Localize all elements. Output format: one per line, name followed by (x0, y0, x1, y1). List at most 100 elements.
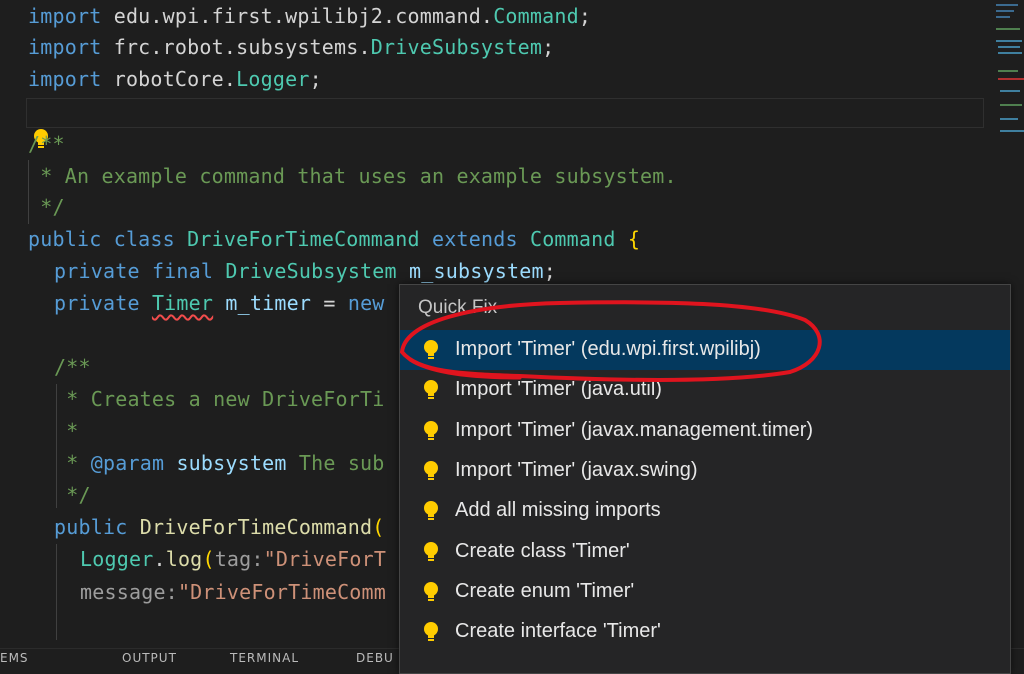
code-line-doc-close[interactable]: */ (28, 191, 65, 223)
code-line-doc2-open[interactable]: /** (54, 351, 91, 383)
quick-fix-item[interactable]: Import 'Timer' (edu.wpi.first.wpilibj) (400, 330, 1010, 370)
comment: * (28, 164, 65, 188)
operator: = (311, 291, 348, 315)
keyword: class (113, 227, 175, 251)
quick-fix-item-label: Add all missing imports (455, 499, 661, 522)
code-line-doc-open[interactable]: /** (28, 128, 65, 160)
class-name: DriveForTimeCommand (187, 227, 420, 251)
indent-guide (56, 544, 57, 640)
code-line-doc2-text[interactable]: * Creates a new DriveForTi (54, 383, 385, 415)
keyword: import (28, 35, 102, 59)
field-name: m_subsystem (409, 259, 544, 283)
comment: An example command that uses an example … (64, 164, 677, 188)
quick-fix-item[interactable]: Import 'Timer' (java.util) (400, 370, 1010, 410)
class-name: DriveSubsystem (370, 35, 543, 59)
quick-fix-item[interactable]: Import 'Timer' (javax.swing) (400, 451, 1010, 491)
tab-problems[interactable]: EMS (0, 651, 29, 665)
brace: { (627, 227, 641, 251)
lightbulb-icon (424, 541, 438, 561)
quick-fix-item[interactable]: Create interface 'Timer' (400, 612, 1010, 652)
code-line-logger-message[interactable]: message:"DriveForTimeComm (80, 576, 386, 608)
package-path: edu.wpi.first.wpilibj2.command. (113, 4, 494, 28)
quick-fix-item-label: Import 'Timer' (javax.swing) (455, 458, 698, 481)
package-path: robotCore. (113, 67, 237, 91)
quick-fix-item[interactable]: Import 'Timer' (javax.management.timer) (400, 411, 1010, 451)
param-name: subsystem (176, 451, 287, 475)
class-name: Command (493, 4, 579, 28)
code-line-logger-call[interactable]: Logger.log(tag:"DriveForT (80, 543, 386, 575)
string-literal: "DriveForT (263, 547, 387, 571)
lightbulb-icon (424, 380, 438, 400)
comment: * (54, 451, 91, 475)
lightbulb-icon (424, 581, 438, 601)
comment: /** (54, 355, 91, 379)
code-line-constructor[interactable]: public DriveForTimeCommand( (54, 511, 385, 543)
class-name: Command (529, 227, 616, 251)
quick-fix-item-label: Import 'Timer' (java.util) (455, 378, 662, 401)
keyword: public (28, 227, 102, 251)
class-name: Logger (80, 547, 154, 571)
class-name: Logger (236, 67, 310, 91)
code-line-doc2-param[interactable]: * @param subsystem The sub (54, 447, 385, 479)
package-path: frc.robot.subsystems. (113, 35, 371, 59)
lightbulb-icon (424, 340, 438, 359)
field-name: m_timer (225, 291, 312, 315)
comment: */ (54, 483, 91, 507)
keyword: public (54, 515, 128, 539)
inlay-hint: tag: (214, 547, 264, 571)
string-literal: "DriveForTimeComm (177, 580, 387, 604)
comment: * (54, 419, 79, 443)
keyword: final (151, 259, 214, 283)
semicolon: ; (578, 4, 592, 28)
lightbulb-icon (424, 622, 438, 642)
code-line-doc2-blank[interactable]: * (54, 415, 78, 447)
quick-fix-title: Quick Fix (418, 297, 498, 318)
code-line-field-timer[interactable]: private Timer m_timer = new (54, 287, 385, 319)
paren: ( (202, 547, 215, 571)
quick-fix-item[interactable]: Create enum 'Timer' (400, 572, 1010, 612)
tab-terminal[interactable]: TERMINAL (230, 651, 299, 665)
minimap[interactable] (994, 0, 1024, 150)
quick-fix-item-label: Import 'Timer' (javax.management.timer) (455, 418, 814, 441)
comment: */ (28, 195, 65, 219)
comment: /** (28, 132, 65, 156)
comment: The sub (286, 451, 385, 475)
quick-fix-item-label: Create interface 'Timer' (455, 620, 661, 643)
semicolon: ; (543, 259, 556, 283)
code-line-field-subsystem[interactable]: private final DriveSubsystem m_subsystem… (54, 255, 556, 287)
javadoc-tag: @param (90, 451, 165, 475)
quick-fix-item[interactable]: Create class 'Timer' (400, 532, 1010, 572)
code-line-import-command[interactable]: import edu.wpi.first.wpilibj2.command.Co… (28, 0, 591, 32)
keyword: private (54, 291, 140, 315)
keyword: import (28, 67, 102, 91)
keyword: new (347, 291, 385, 315)
quick-fix-item-label: Import 'Timer' (edu.wpi.first.wpilibj) (455, 338, 761, 360)
semicolon: ; (309, 67, 322, 91)
quick-fix-item-label: Create class 'Timer' (455, 539, 630, 562)
code-line-doc-text[interactable]: * An example command that uses an exampl… (28, 160, 677, 192)
code-line-import-drivesubsystem[interactable]: import frc.robot.subsystems.DriveSubsyst… (28, 31, 554, 63)
tab-debug[interactable]: DEBU (356, 651, 394, 665)
lightbulb-icon (424, 420, 438, 440)
current-line-highlight (26, 98, 984, 128)
quick-fix-item[interactable]: Add all missing imports (400, 491, 1010, 531)
paren: ( (372, 515, 385, 539)
semicolon: ; (542, 35, 555, 59)
inlay-hint: message: (80, 580, 178, 604)
keyword: import (28, 4, 102, 28)
quick-fix-menu[interactable]: Quick Fix Import 'Timer' (edu.wpi.first.… (399, 284, 1011, 674)
unresolved-type-timer[interactable]: Timer (152, 291, 213, 315)
tab-output[interactable]: OUTPUT (122, 651, 177, 665)
quick-fix-item-label: Create enum 'Timer' (455, 579, 635, 602)
code-line-doc2-close[interactable]: */ (54, 479, 91, 511)
constructor-name: DriveForTimeCommand (139, 515, 373, 539)
code-line-import-logger[interactable]: import robotCore.Logger; (28, 63, 322, 95)
keyword: private (54, 259, 140, 283)
method-name: log (165, 547, 203, 571)
lightbulb-icon (424, 501, 438, 521)
code-line-class-declaration[interactable]: public class DriveForTimeCommand extends… (28, 223, 640, 255)
keyword: extends (432, 227, 518, 251)
comment: * Creates a new DriveForTi (54, 387, 385, 411)
dot: . (153, 547, 166, 571)
lightbulb-icon (424, 460, 438, 480)
